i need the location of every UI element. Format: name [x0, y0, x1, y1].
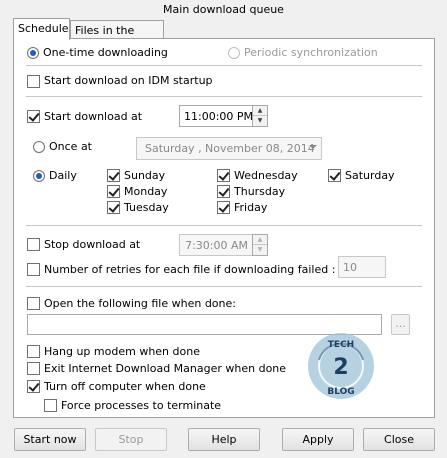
one-time-radio[interactable]: [27, 47, 39, 59]
idm-startup-label: Start download on IDM startup: [44, 74, 213, 87]
day-friday-label: Friday: [234, 201, 268, 214]
day-tuesday-checkbox[interactable]: [107, 201, 120, 214]
day-monday-checkbox[interactable]: [107, 185, 120, 198]
turn-off-checkbox[interactable]: [27, 380, 40, 393]
day-saturday-label: Saturday: [345, 169, 395, 182]
date-value: Saturday , November 08, 2014: [145, 142, 315, 155]
window-title: Main download queue: [163, 3, 284, 16]
tab-schedule[interactable]: Schedule: [13, 18, 70, 40]
once-at-label: Once at: [49, 140, 92, 153]
exit-idm-label: Exit Internet Download Manager when done: [44, 362, 287, 375]
stop-button[interactable]: Stop: [95, 428, 167, 451]
apply-button[interactable]: Apply: [282, 428, 354, 451]
hangup-checkbox[interactable]: [27, 345, 40, 358]
separator: [26, 225, 422, 226]
open-file-checkbox[interactable]: [27, 297, 40, 310]
periodic-sync-label: Periodic synchronization: [244, 46, 378, 59]
stop-time-spinner[interactable]: ▲ ▼: [252, 234, 268, 256]
day-monday-label: Monday: [124, 185, 168, 198]
idm-startup-checkbox[interactable]: [27, 75, 40, 88]
day-tuesday-label: Tuesday: [124, 201, 169, 214]
stop-time-input[interactable]: 7:30:00 AM: [179, 234, 253, 256]
one-time-label: One-time downloading: [43, 46, 168, 59]
once-at-radio[interactable]: [33, 141, 45, 153]
separator: [26, 96, 422, 97]
start-now-button[interactable]: Start now: [14, 428, 86, 451]
day-wednesday-label: Wednesday: [234, 169, 298, 182]
hangup-label: Hang up modem when done: [44, 345, 200, 358]
day-saturday-checkbox[interactable]: [328, 169, 341, 182]
day-thursday-label: Thursday: [234, 185, 286, 198]
turn-off-label: Turn off computer when done: [44, 380, 206, 393]
separator: [26, 65, 422, 66]
daily-radio[interactable]: [33, 170, 45, 182]
help-button[interactable]: Help: [188, 428, 260, 451]
spin-down-icon[interactable]: ▼: [253, 245, 267, 255]
techblog-watermark-logo: TECH 2 BLOG: [308, 333, 374, 399]
retries-checkbox[interactable]: [27, 263, 40, 276]
day-thursday-checkbox[interactable]: [217, 185, 230, 198]
watermark-top-text: TECH: [328, 340, 354, 350]
browse-button[interactable]: ...: [391, 314, 410, 335]
stop-download-label: Stop download at: [44, 238, 141, 251]
start-time-input[interactable]: 11:00:00 PM: [179, 105, 253, 127]
retries-input[interactable]: 10: [338, 256, 386, 278]
spin-up-icon[interactable]: ▲: [253, 106, 267, 116]
watermark-bottom-text: BLOG: [327, 387, 354, 397]
start-download-label: Start download at: [44, 110, 143, 123]
watermark-center-text: 2: [333, 355, 348, 380]
chevron-down-icon[interactable]: [309, 145, 317, 149]
day-wednesday-checkbox[interactable]: [217, 169, 230, 182]
open-file-label: Open the following file when done:: [44, 297, 236, 310]
day-friday-checkbox[interactable]: [217, 201, 230, 214]
retries-label: Number of retries for each file if downl…: [44, 263, 336, 276]
separator: [26, 286, 422, 287]
start-download-checkbox[interactable]: [27, 110, 40, 123]
force-terminate-checkbox[interactable]: [44, 399, 57, 412]
daily-label: Daily: [49, 169, 77, 182]
force-terminate-label: Force processes to terminate: [61, 399, 222, 412]
day-sunday-label: Sunday: [124, 169, 166, 182]
tab-files-in-queue[interactable]: Files in the queue: [70, 20, 164, 50]
spin-up-icon[interactable]: ▲: [253, 235, 267, 245]
close-button[interactable]: Close: [363, 428, 435, 451]
spin-down-icon[interactable]: ▼: [253, 116, 267, 126]
date-picker[interactable]: Saturday , November 08, 2014: [136, 137, 322, 160]
start-time-spinner[interactable]: ▲ ▼: [252, 105, 268, 127]
exit-idm-checkbox[interactable]: [27, 362, 40, 375]
periodic-sync-radio[interactable]: [228, 47, 240, 59]
day-sunday-checkbox[interactable]: [107, 169, 120, 182]
stop-download-checkbox[interactable]: [27, 238, 40, 251]
